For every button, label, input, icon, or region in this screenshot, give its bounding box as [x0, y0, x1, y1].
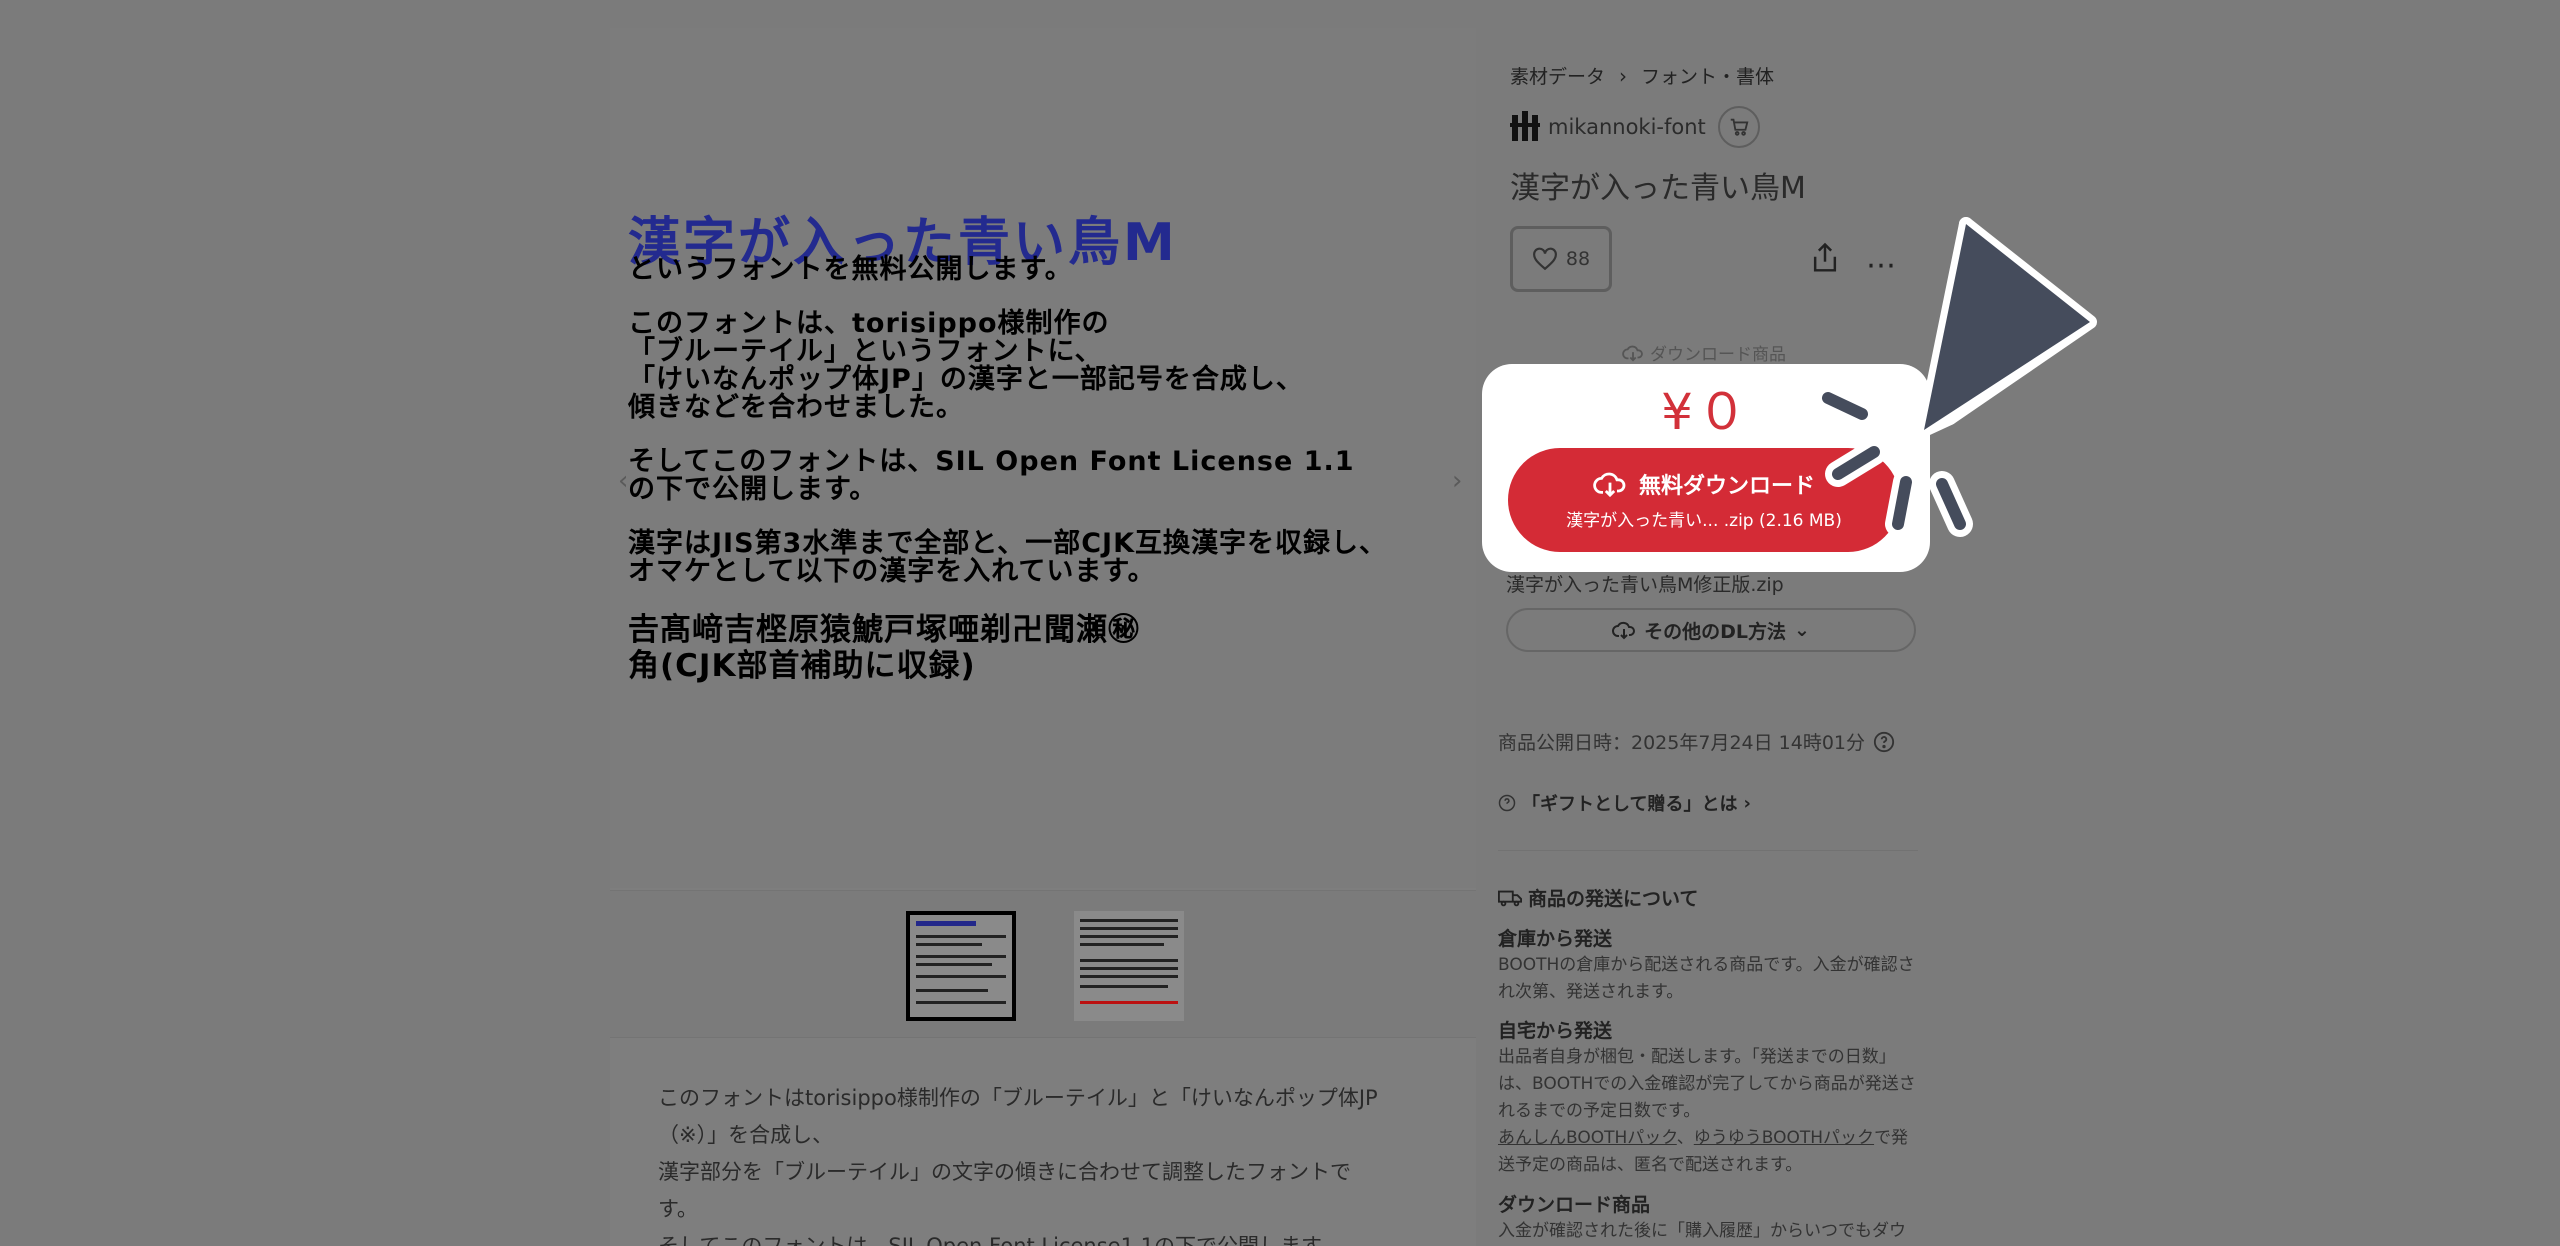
cloud-download-icon — [1593, 472, 1626, 498]
preview-line: というフォントを無料公開します。 — [628, 254, 1073, 285]
preview-line — [628, 504, 1476, 530]
product-preview-image[interactable]: 漢字が入った青い鳥M というフォントを無料公開します。 このフォントは、tori… — [610, 28, 1476, 888]
shipping-title: 商品の発送について — [1498, 884, 1698, 911]
product-gallery-column: 漢字が入った青い鳥M というフォントを無料公開します。 このフォントは、tori… — [610, 28, 1476, 1246]
preview-line: 「ブルーテイル」というフォントに、 — [628, 336, 1103, 367]
preview-line — [628, 284, 1476, 310]
published-date: 商品公開日時：2025年7月24日 14時01分 — [1498, 728, 1895, 755]
preview-text: というフォントを無料公開します。 このフォントは、torisippo様制作の 「… — [628, 254, 1476, 685]
truck-icon — [1498, 890, 1522, 906]
shipping-warehouse: 倉庫から発送 BOOTHの倉庫から配送される商品です。入金が確認され次第、発送さ… — [1498, 928, 1915, 1002]
gift-info-link[interactable]: 「ギフトとして贈る」とは › — [1498, 790, 1751, 816]
chevron-right-icon: › — [1619, 63, 1628, 88]
shop-info: mikannoki-font — [1510, 106, 1760, 148]
description-line: 漢字部分を「ブルーテイル」の文字の傾きに合わせて調整したフォントで — [658, 1160, 1351, 1184]
description-line: そしてこのフォントは、SIL Open Font License1.1の下で公開… — [658, 1234, 1341, 1246]
anshin-pack-link[interactable]: あんしんBOOTHパック — [1498, 1128, 1677, 1148]
zip-file-name: 漢字が入った青い鳥M修正版.zip — [1506, 574, 1784, 596]
preview-line: ⻆(CJK部首補助に収録) — [628, 648, 976, 684]
download-product-label: ダウンロード商品 — [1622, 340, 1786, 365]
cursor-pointer-icon — [1820, 217, 2097, 537]
other-download-methods-button[interactable]: その他のDL方法 ⌄ — [1506, 608, 1916, 652]
product-info-column: 素材データ › フォント・書体 mikannoki-font 漢字が入った青い鳥… — [1476, 28, 1945, 1246]
like-button[interactable]: 88 — [1510, 226, 1612, 292]
cart-button[interactable] — [1717, 106, 1760, 148]
description-line: す。 — [658, 1197, 698, 1221]
preview-line: そしてこのフォントは、SIL Open Font License 1.1 — [628, 446, 1355, 477]
breadcrumb-category[interactable]: 素材データ — [1510, 62, 1605, 89]
preview-line: 傾きなどを合わせました。 — [628, 392, 964, 423]
breadcrumb-subcategory[interactable]: フォント・書体 — [1641, 62, 1774, 89]
preview-line: オマケとして以下の漢字を入れています。 — [628, 556, 1156, 587]
chevron-right-icon: › — [1743, 792, 1751, 814]
product-description: このフォントはtorisippo様制作の「ブルーテイル」と「けいなんポップ体JP… — [658, 1080, 1418, 1246]
preview-line — [628, 422, 1476, 448]
preview-line: 「けいなんポップ体JP」の漢字と一部記号を合成し、 — [628, 364, 1304, 395]
cart-icon — [1730, 118, 1749, 136]
shop-logo-icon[interactable] — [1510, 111, 1542, 143]
preview-line: このフォントは、torisippo様制作の — [628, 308, 1110, 339]
shipping-home: 自宅から発送 出品者自身が梱包・配送します。「発送までの日数」は、BOOTHでの… — [1498, 1020, 1916, 1175]
preview-line: 漢字はJIS第3水準まで全部と、一部CJK互換漢字を収録し、 — [628, 528, 1388, 559]
cloud-download-icon — [1622, 345, 1643, 361]
chevron-right-icon[interactable]: › — [1452, 466, 1462, 496]
description-line: （※）」を合成し、 — [658, 1123, 834, 1147]
shop-name[interactable]: mikannoki-font — [1548, 115, 1706, 139]
cloud-download-icon — [1612, 621, 1636, 640]
thumbnail-1[interactable] — [906, 911, 1016, 1021]
like-count: 88 — [1565, 248, 1591, 270]
help-icon — [1498, 794, 1516, 812]
breadcrumb: 素材データ › フォント・書体 — [1510, 62, 1774, 89]
description-line: このフォントはtorisippo様制作の「ブルーテイル」と「けいなんポップ体JP — [658, 1086, 1378, 1110]
divider — [1498, 850, 1918, 851]
thumbnail-strip — [610, 890, 1476, 1038]
yuyu-pack-link[interactable]: ゆうゆうBOOTHパック — [1694, 1128, 1874, 1148]
chevron-down-icon: ⌄ — [1793, 619, 1810, 641]
heart-icon — [1532, 247, 1557, 271]
preview-line: の下で公開します。 — [628, 474, 878, 505]
help-icon — [1873, 731, 1895, 752]
product-title: 漢字が入った青い鳥M — [1510, 171, 1806, 206]
shipping-download: ダウンロード商品 入金が確認された後に「購入履歴」からいつでもダウン — [1498, 1194, 1906, 1241]
thumbnail-2[interactable] — [1074, 911, 1184, 1021]
preview-line: 𠮷髙﨑吉㭴原猿鯱戸塚唖剃卍聞瀬㊙ — [628, 612, 1140, 648]
chevron-left-icon[interactable]: ‹ — [618, 466, 628, 496]
